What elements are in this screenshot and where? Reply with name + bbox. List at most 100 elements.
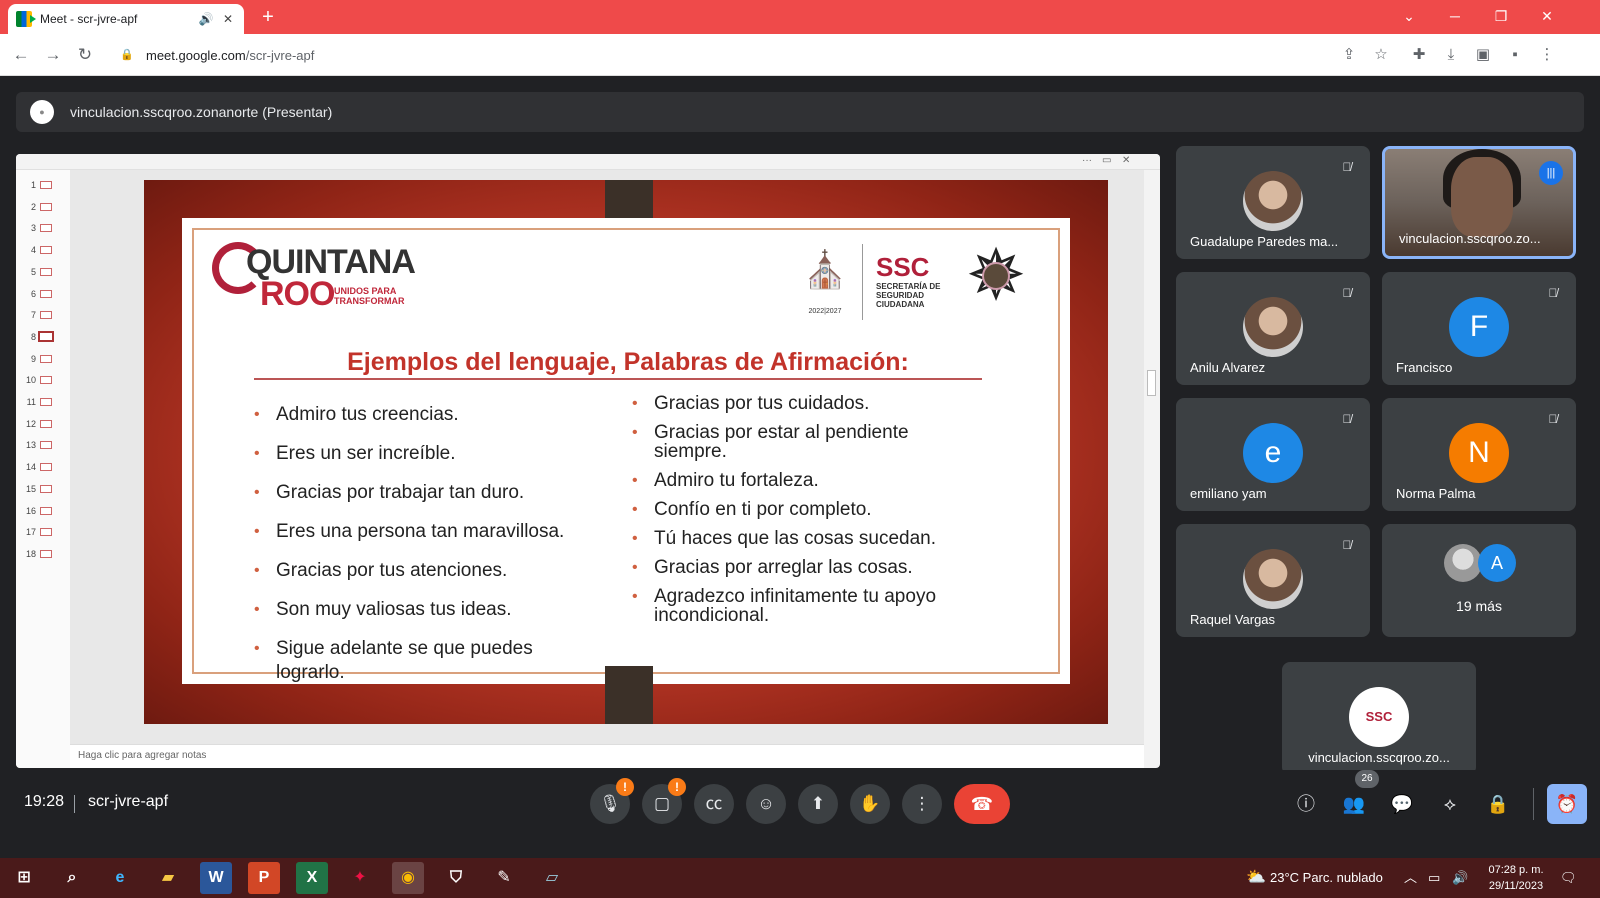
chat-icon[interactable]: 💬	[1386, 788, 1418, 820]
close-icon[interactable]: ✕	[1122, 154, 1130, 168]
participant-avatar	[1243, 171, 1303, 231]
slide-thumbnail[interactable]: 15	[16, 480, 70, 498]
bullet-item: Eres una persona tan maravillosa.	[254, 520, 584, 544]
raise-hand-button[interactable]: ✋	[850, 784, 890, 824]
people-icon[interactable]: 👥	[1338, 788, 1370, 820]
end-call-button[interactable]: ☎	[954, 784, 1010, 824]
address-bar[interactable]: 🔒 meet.google.com/scr-jvre-apf	[112, 40, 1392, 70]
more-icon[interactable]: ···	[1082, 154, 1092, 168]
slide-thumbnail[interactable]: 12	[16, 415, 70, 433]
window-icon[interactable]: ▭	[1102, 154, 1111, 168]
scrollbar-thumb[interactable]	[1147, 370, 1156, 396]
speaker-notes[interactable]: Haga clic para agregar notas	[70, 744, 1144, 768]
extensions-icon[interactable]: ✚	[1406, 42, 1432, 68]
tab-search-icon[interactable]: ⌄	[1386, 2, 1432, 30]
participant-tile[interactable]: ||| vinculacion.sscqroo.zo...	[1382, 146, 1576, 259]
captions-button[interactable]: ㏄	[694, 784, 734, 824]
file-explorer-icon[interactable]: ▰	[152, 862, 184, 894]
weather-icon[interactable]: ⛅	[1246, 858, 1266, 898]
security-shield-icon[interactable]: ⛉	[440, 862, 472, 894]
muted-mic-icon: 🎙̸	[1342, 286, 1352, 300]
powerpoint-icon[interactable]: P	[248, 862, 280, 894]
slide-thumbnail[interactable]: 11	[16, 393, 70, 411]
slide-thumbnail[interactable]: 14	[16, 458, 70, 476]
slide-thumbnail[interactable]: 7	[16, 306, 70, 324]
word-icon[interactable]: W	[200, 862, 232, 894]
bookmark-star-icon[interactable]: ☆	[1368, 42, 1394, 68]
slide-thumbnail[interactable]: 2	[16, 198, 70, 216]
slide-number: 14	[25, 462, 36, 473]
notifications-icon[interactable]: 🗨	[1560, 858, 1577, 898]
share-icon[interactable]: ⇪	[1336, 42, 1362, 68]
muted-mic-icon: 🎙̸	[1342, 412, 1352, 426]
more-participants-tile[interactable]: A 19 más	[1382, 524, 1576, 637]
slide-thumbnail-preview	[40, 549, 52, 558]
slide-thumbnail[interactable]: 10	[16, 371, 70, 389]
slide-thumbnail[interactable]: 4	[16, 241, 70, 259]
microphone-button[interactable]: 🎙!	[590, 778, 634, 824]
notes-app-icon[interactable]: ▱	[536, 862, 568, 894]
forward-icon[interactable]: →	[40, 42, 66, 68]
download-icon[interactable]: ⤓	[1438, 42, 1464, 68]
timer-icon[interactable]: ⏰	[1547, 784, 1587, 824]
slide-thumbnail[interactable]: 13	[16, 436, 70, 454]
slide-thumbnail[interactable]: 1	[16, 176, 70, 194]
participant-tile[interactable]: e 🎙̸ emiliano yam	[1176, 398, 1370, 511]
profile-icon[interactable]: ▪	[1502, 42, 1528, 68]
restore-button[interactable]: ❐	[1478, 2, 1524, 30]
slide-thumbnail[interactable]: 8	[16, 328, 70, 346]
camera-button[interactable]: ▢!	[642, 778, 686, 824]
close-tab-icon[interactable]: ✕	[220, 12, 236, 26]
slide-thumbnail[interactable]: 6	[16, 285, 70, 303]
self-tile[interactable]: SSC vinculacion.sscqroo.zo...	[1282, 662, 1476, 775]
app-icon[interactable]: ✦	[344, 862, 376, 894]
slide-number: 10	[25, 375, 36, 386]
lock-icon: 🔒	[120, 49, 134, 61]
participant-tile[interactable]: 🎙̸ Guadalupe Paredes ma...	[1176, 146, 1370, 259]
new-tab-button[interactable]: +	[256, 6, 280, 30]
host-controls-icon[interactable]: 🔒	[1482, 788, 1514, 820]
reload-icon[interactable]: ↻	[72, 42, 98, 68]
slide-thumbnail[interactable]: 17	[16, 523, 70, 541]
browser-tab[interactable]: Meet - scr-jvre-apf 🔊 ✕	[8, 4, 244, 34]
slide-thumbnail[interactable]: 9	[16, 350, 70, 368]
participant-name: Anilu Alvarez	[1190, 360, 1266, 375]
close-window-button[interactable]: ✕	[1524, 2, 1570, 30]
paint-icon[interactable]: ✎	[488, 862, 520, 894]
slide-scrollbar[interactable]	[1144, 170, 1160, 744]
minimize-button[interactable]: ─	[1432, 2, 1478, 30]
participant-tile[interactable]: N 🎙̸ Norma Palma	[1382, 398, 1576, 511]
slide-thumbnail[interactable]: 5	[16, 263, 70, 281]
slide-number: 1	[30, 180, 36, 190]
bullet-item: Admiro tu fortaleza.	[632, 471, 962, 490]
chrome-icon[interactable]: ◉	[392, 862, 424, 894]
search-icon[interactable]: ⌕	[56, 862, 88, 894]
activities-icon[interactable]: ⟡	[1434, 788, 1466, 820]
participant-tile[interactable]: 🎙̸ Raquel Vargas	[1176, 524, 1370, 637]
speaker-icon[interactable]: 🔊	[198, 12, 214, 26]
tray-chevron-icon[interactable]: ︿	[1404, 858, 1417, 898]
back-icon[interactable]: ←	[8, 42, 34, 68]
title-rule	[254, 378, 982, 380]
slide-thumbnail[interactable]: 16	[16, 502, 70, 520]
slide-thumbnail[interactable]: 3	[16, 219, 70, 237]
windows-start-icon[interactable]: ⊞	[8, 862, 40, 894]
volume-icon[interactable]: 🔊	[1452, 858, 1468, 898]
slide-number: 16	[25, 505, 36, 516]
network-icon[interactable]: ▭	[1428, 858, 1440, 898]
taskbar-clock[interactable]: 07:28 p. m. 29/11/2023	[1484, 862, 1548, 894]
weather-text[interactable]: 23°C Parc. nublado	[1270, 858, 1383, 898]
browser-menu-icon[interactable]: ⋮	[1534, 42, 1560, 68]
more-options-button[interactable]: ⋮	[902, 784, 942, 824]
excel-icon[interactable]: X	[296, 862, 328, 894]
edge-icon[interactable]: e	[104, 862, 136, 894]
present-screen-button[interactable]: ⬆	[798, 784, 838, 824]
participant-tile[interactable]: F 🎙̸ Francisco	[1382, 272, 1576, 385]
slide-thumbnail-preview	[40, 528, 52, 537]
participant-tile[interactable]: 🎙̸ Anilu Alvarez	[1176, 272, 1370, 385]
emoji-button[interactable]: ☺	[746, 784, 786, 824]
side-panel-icon[interactable]: ▣	[1470, 42, 1496, 68]
slide-thumbnail[interactable]: 18	[16, 545, 70, 563]
meeting-info-icon[interactable]: ⓘ	[1290, 788, 1322, 820]
participant-avatar: N	[1449, 423, 1509, 483]
